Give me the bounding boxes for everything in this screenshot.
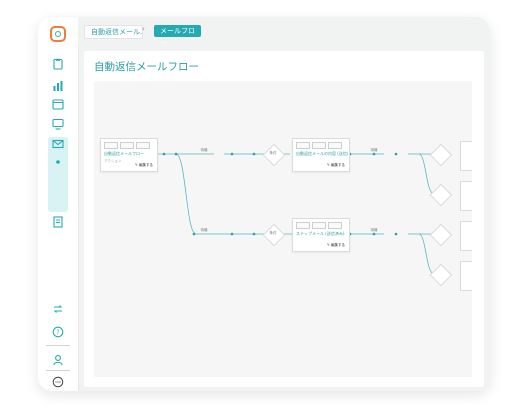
edit-button[interactable]: ✎ 編集する	[327, 163, 345, 168]
svg-text:?: ?	[56, 329, 59, 336]
flow-edges	[154, 152, 446, 276]
wait-label: 待機	[200, 228, 208, 232]
flow-node-partial[interactable]	[460, 181, 472, 211]
bar-chart-icon[interactable]	[50, 79, 66, 93]
flow-mail-label: ステップメール (送信済み)	[296, 231, 345, 236]
chat-icon[interactable]	[50, 375, 66, 389]
flow-start-label: 自動返信メールフロー	[104, 151, 144, 156]
flow-start-node[interactable]: 自動返信メールフロー アクション ✎ 編集する	[100, 138, 158, 172]
mail-icon[interactable]	[50, 137, 66, 151]
flow-node-partial[interactable]	[460, 261, 472, 291]
flow-start-sub: アクション	[104, 159, 122, 163]
edit-button[interactable]: ✎ 編集する	[135, 163, 153, 168]
wait-step[interactable]: 待機	[362, 148, 386, 152]
flow-mail-node[interactable]: 自動返信メールの内容 (送信) ✎ 編集する	[292, 138, 350, 172]
flow-node-partial[interactable]	[460, 141, 472, 171]
main-content: 自動返信メールフロー 自動返信メールフロー アクション ✎ 編集する 待機 待機…	[84, 51, 484, 387]
help-icon[interactable]: ?	[50, 325, 66, 339]
page-title: 自動返信メールフロー	[94, 61, 199, 73]
wait-label: 待機	[370, 148, 378, 152]
breadcrumb-item-mail-flow[interactable]: メールフロー	[154, 25, 201, 47]
flow-mail-label: 自動返信メールの内容 (送信)	[296, 151, 348, 156]
wait-step[interactable]: 待機	[192, 228, 216, 232]
wait-step[interactable]: 待機	[362, 228, 386, 232]
calendar-icon[interactable]	[50, 97, 66, 111]
clipboard-icon[interactable]	[50, 57, 66, 71]
condition-label: 条件	[269, 231, 277, 235]
condition-label: 条件	[269, 151, 277, 155]
sidebar-divider	[46, 345, 70, 346]
app-window: ? 自動返信メール… › メールフロー 自動返信メールフロー 自動返信メールフロ…	[38, 17, 490, 391]
breadcrumb-item-auto-reply[interactable]: 自動返信メール…	[84, 25, 143, 39]
wait-label: 待機	[370, 228, 378, 232]
refresh-icon[interactable]	[50, 302, 66, 316]
wait-label: 待機	[200, 148, 208, 152]
user-icon[interactable]	[50, 353, 66, 367]
edit-button[interactable]: ✎ 編集する	[327, 243, 345, 248]
wait-step[interactable]: 待機	[192, 148, 216, 152]
dot-icon[interactable]	[50, 155, 66, 169]
flow-mail-node[interactable]: ステップメール (送信済み) ✎ 編集する	[292, 218, 350, 252]
document-icon[interactable]	[50, 215, 66, 229]
flow-canvas[interactable]: 自動返信メールフロー アクション ✎ 編集する 待機 待機 条件 条件 自動返信…	[94, 81, 472, 377]
breadcrumb-separator: ›	[142, 25, 145, 33]
sidebar: ?	[38, 17, 79, 391]
breadcrumb: 自動返信メール… › メールフロー	[78, 17, 490, 47]
monitor-icon[interactable]	[50, 117, 66, 131]
app-logo[interactable]	[50, 26, 66, 42]
sidebar-divider	[46, 370, 70, 371]
flow-node-partial[interactable]	[460, 221, 472, 251]
